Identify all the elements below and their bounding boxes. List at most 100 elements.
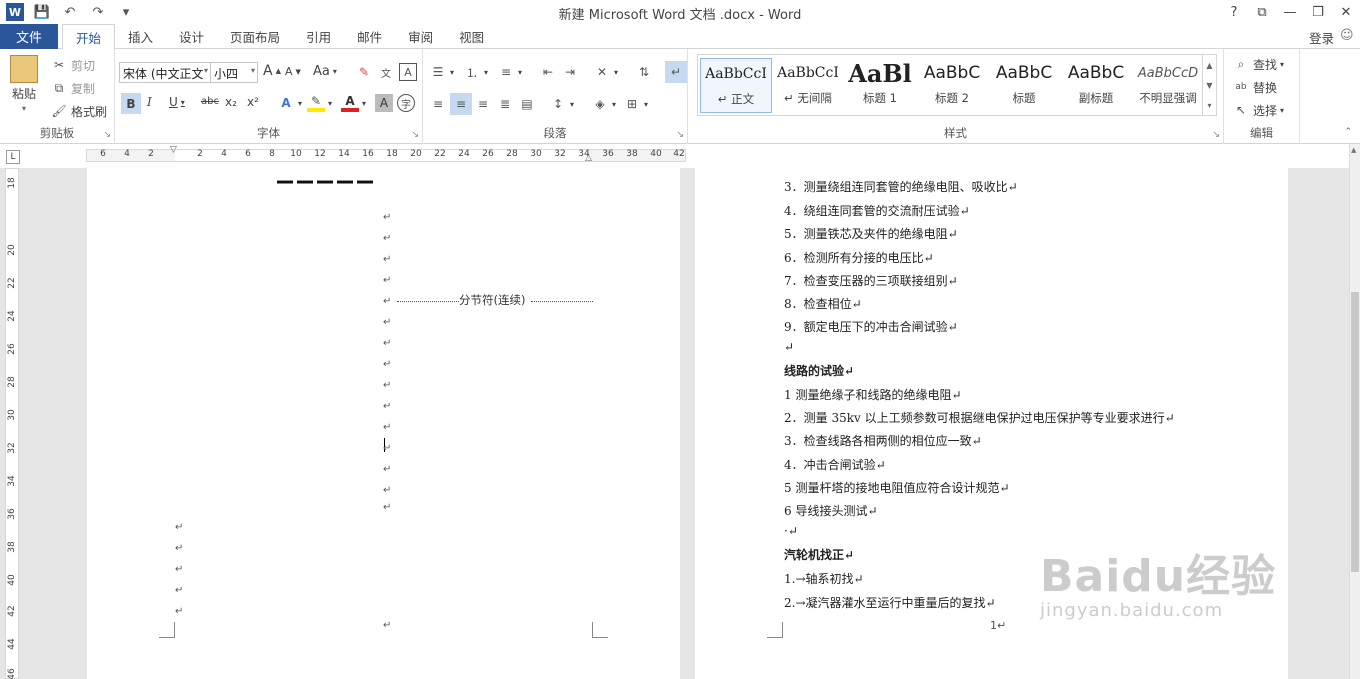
right-indent-marker[interactable]: △ [585, 153, 592, 163]
tab-file[interactable]: 文件 [0, 24, 58, 49]
line-spacing-button[interactable]: ↕ ▾ [549, 95, 574, 113]
restore-button[interactable]: ❐ [1304, 0, 1332, 24]
tab-review[interactable]: 审阅 [395, 24, 446, 49]
replace-button[interactable]: ab 替换 [1232, 78, 1277, 96]
cut-off-heading: _____ [277, 168, 377, 184]
scroll-up-icon[interactable]: ▲ [1351, 146, 1356, 154]
chevron-up-icon[interactable]: ▲ [1206, 61, 1212, 70]
dialog-launcher-icon[interactable]: ↘ [411, 130, 419, 140]
tab-view[interactable]: 视图 [446, 24, 497, 49]
shrink-font-button[interactable]: A ▼ [285, 65, 301, 78]
increase-indent-button[interactable]: ⇥ [561, 63, 579, 81]
highlight-button[interactable]: ✎ ▾ [307, 94, 332, 112]
strikethrough-button[interactable]: abc [201, 96, 219, 107]
subscript-button[interactable]: x₂ [225, 95, 237, 109]
gallery-scroll[interactable]: ▲ ▼ ▾ [1202, 55, 1216, 115]
tab-home[interactable]: 开始 [62, 24, 116, 50]
text-line: 5．测量铁芯及夹件的绝缘电阻↵ [784, 227, 958, 241]
format-painter-button[interactable]: 🖌 格式刷 [50, 102, 107, 120]
paragraph-mark-icon: ↵ [670, 65, 682, 79]
clear-formatting-button[interactable]: ✎ [355, 63, 373, 81]
change-case-button[interactable]: Aa ▾ [313, 64, 337, 79]
first-line-indent-marker[interactable]: ▽ [170, 145, 177, 155]
copy-button[interactable]: ⧉ 复制 [50, 79, 95, 97]
styles-group-label: 样式 [944, 126, 967, 140]
find-button[interactable]: ⌕ 查找 ▾ [1232, 55, 1284, 73]
text-line: 4．绕组连同套管的交流耐压试验↵ [784, 204, 970, 218]
justify-button[interactable]: ≣ [496, 95, 514, 113]
align-center-icon: ≡ [455, 97, 467, 111]
style-heading-2[interactable]: AaBbC 标题 2 [916, 58, 988, 113]
phonetic-guide-button[interactable]: 文 [377, 63, 395, 81]
shading-button[interactable]: ◈ ▾ [591, 95, 616, 113]
style-title[interactable]: AaBbC 标题 [988, 58, 1060, 113]
scrollbar-thumb[interactable] [1351, 292, 1359, 572]
cut-button[interactable]: ✂ 剪切 [50, 56, 95, 74]
align-center-button[interactable]: ≡ [450, 93, 472, 115]
more-styles-icon[interactable]: ▾ [1207, 101, 1211, 110]
align-left-button[interactable]: ≡ [429, 95, 447, 113]
numbering-button[interactable]: ⒈ ▾ [463, 63, 488, 81]
paste-button[interactable]: 粘贴 ▾ [10, 55, 38, 113]
tab-page-layout[interactable]: 页面布局 [217, 24, 293, 49]
style-heading-1[interactable]: AaBl 标题 1 [844, 58, 916, 113]
multilevel-list-icon: ≡ [500, 65, 512, 79]
decrease-indent-button[interactable]: ⇤ [539, 63, 557, 81]
text-effects-button[interactable]: A ▾ [277, 94, 302, 112]
sort-button[interactable]: ⇅ [635, 63, 653, 81]
text-line: 3．检查线路各相两侧的相位应一致↵ [784, 434, 982, 448]
section-break-continuous: 分节符(连续) [397, 293, 593, 307]
chinese-layout-button[interactable]: ✕ ▾ [593, 63, 618, 81]
page-1[interactable]: _____ ↵ ↵ ↵ ↵ ↵ 分节符(连续) ↵ ↵ ↵ ↵ ↵ ↵ ↵ ↵ … [87, 168, 680, 679]
font-group-label: 字体 [257, 126, 280, 140]
borders-button[interactable]: ⊞ ▾ [623, 95, 648, 113]
align-right-button[interactable]: ≡ [474, 95, 492, 113]
vertical-ruler[interactable]: 18 20 22 24 26 28 30 32 34 36 38 40 42 4… [5, 168, 19, 679]
dialog-launcher-icon[interactable]: ↘ [1212, 130, 1220, 140]
chevron-down-icon: ▾ [203, 66, 208, 75]
ribbon-display-button[interactable]: ⧉ [1248, 0, 1276, 24]
paragraph-mark: ↵ [383, 296, 392, 307]
font-name-combo[interactable]: 宋体 (中文正文 ▾ [119, 62, 211, 83]
superscript-button[interactable]: x² [247, 95, 259, 109]
close-button[interactable]: ✕ [1332, 0, 1360, 24]
tab-insert[interactable]: 插入 [115, 24, 166, 49]
character-shading-button[interactable]: A [375, 94, 393, 112]
vertical-scrollbar[interactable]: ▲ [1349, 144, 1360, 679]
minimize-button[interactable]: — [1276, 0, 1304, 24]
character-border-button[interactable]: A [399, 63, 417, 81]
text-line: 8．检查相位↵ [784, 297, 862, 311]
style-normal[interactable]: AaBbCcI ↵ 正文 [700, 58, 772, 113]
bold-button[interactable]: B [121, 93, 141, 114]
distributed-button[interactable]: ▤ [518, 95, 536, 113]
style-no-spacing[interactable]: AaBbCcI ↵ 无间隔 [772, 58, 844, 113]
style-subtitle[interactable]: AaBbC 副标题 [1060, 58, 1132, 113]
tab-selector[interactable]: L [6, 150, 20, 164]
font-size-combo[interactable]: 小四 ▾ [210, 62, 258, 83]
style-subtle-emphasis[interactable]: AaBbCcD 不明显强调 [1132, 58, 1204, 113]
tab-design[interactable]: 设计 [166, 24, 217, 49]
dialog-launcher-icon[interactable]: ↘ [103, 130, 111, 140]
italic-button[interactable]: I [147, 95, 152, 109]
paragraph-mark: ↵ [383, 338, 392, 349]
underline-button[interactable]: U ▾ [169, 95, 185, 109]
dialog-launcher-icon[interactable]: ↘ [676, 130, 684, 140]
collapse-ribbon-icon[interactable]: ⌃ [1344, 127, 1352, 137]
text-line: 7．检查变压器的三项联接组别↵ [784, 274, 958, 288]
paragraph-mark: ↵ [383, 464, 392, 475]
help-button[interactable]: ? [1220, 0, 1248, 24]
chevron-down-icon[interactable]: ▼ [1206, 81, 1212, 90]
grow-font-button[interactable]: A ▲ [263, 63, 281, 79]
paragraph-mark: ↵ [383, 254, 392, 265]
show-paragraph-marks-button[interactable]: ↵ [665, 61, 687, 83]
window-title: 新建 Microsoft Word 文档 .docx - Word [558, 8, 802, 23]
tab-mailings[interactable]: 邮件 [344, 24, 395, 49]
font-color-button[interactable]: A ▾ [341, 94, 366, 112]
tab-references[interactable]: 引用 [293, 24, 344, 49]
login-link[interactable]: 登录 [1309, 28, 1334, 47]
user-icon[interactable]: ☺ [1340, 28, 1356, 44]
bullets-button[interactable]: ☰ ▾ [429, 63, 454, 81]
select-button[interactable]: ↖ 选择 ▾ [1232, 101, 1284, 119]
multilevel-list-button[interactable]: ≡ ▾ [497, 63, 522, 81]
enclose-characters-button[interactable]: 字 [397, 94, 415, 112]
